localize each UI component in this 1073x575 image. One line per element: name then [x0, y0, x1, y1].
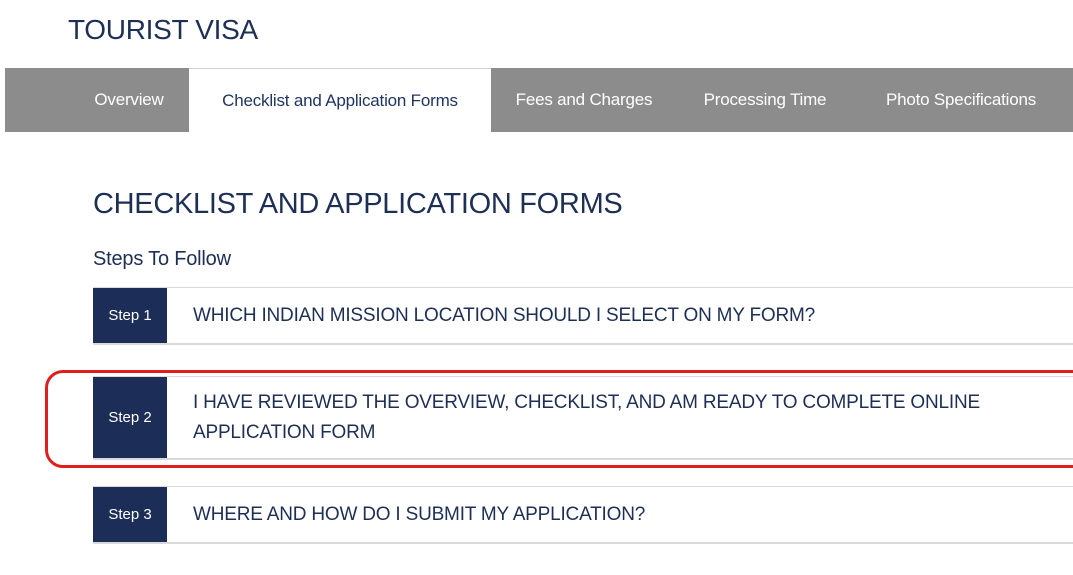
step-3-item[interactable]: Step 3 WHERE AND HOW DO I SUBMIT MY APPL… [93, 486, 1073, 544]
tab-overview[interactable]: Overview [5, 68, 189, 132]
section-heading: CHECKLIST AND APPLICATION FORMS [93, 188, 623, 220]
tab-fees-and-charges[interactable]: Fees and Charges [491, 68, 677, 132]
step-1-item[interactable]: Step 1 WHICH INDIAN MISSION LOCATION SHO… [93, 287, 1073, 345]
step-1-badge: Step 1 [93, 288, 167, 343]
tab-photo-specifications[interactable]: Photo Specifications [853, 68, 1073, 132]
step-3-link[interactable]: WHERE AND HOW DO I SUBMIT MY APPLICATION… [167, 487, 1073, 542]
tab-checklist-and-application-forms[interactable]: Checklist and Application Forms [189, 68, 491, 132]
page-title: TOURIST VISA [68, 14, 258, 45]
steps-subheading: Steps To Follow [93, 248, 231, 270]
step-3-badge: Step 3 [93, 487, 167, 542]
step-2-link[interactable]: I HAVE REVIEWED THE OVERVIEW, CHECKLIST,… [167, 377, 1073, 458]
page: TOURIST VISA Overview Checklist and Appl… [0, 0, 1073, 575]
step-2-item[interactable]: Step 2 I HAVE REVIEWED THE OVERVIEW, CHE… [93, 376, 1073, 460]
tab-bar: Overview Checklist and Application Forms… [5, 68, 1073, 132]
tab-processing-time[interactable]: Processing Time [677, 68, 853, 132]
step-1-link[interactable]: WHICH INDIAN MISSION LOCATION SHOULD I S… [167, 288, 1073, 343]
step-2-badge: Step 2 [93, 377, 167, 458]
